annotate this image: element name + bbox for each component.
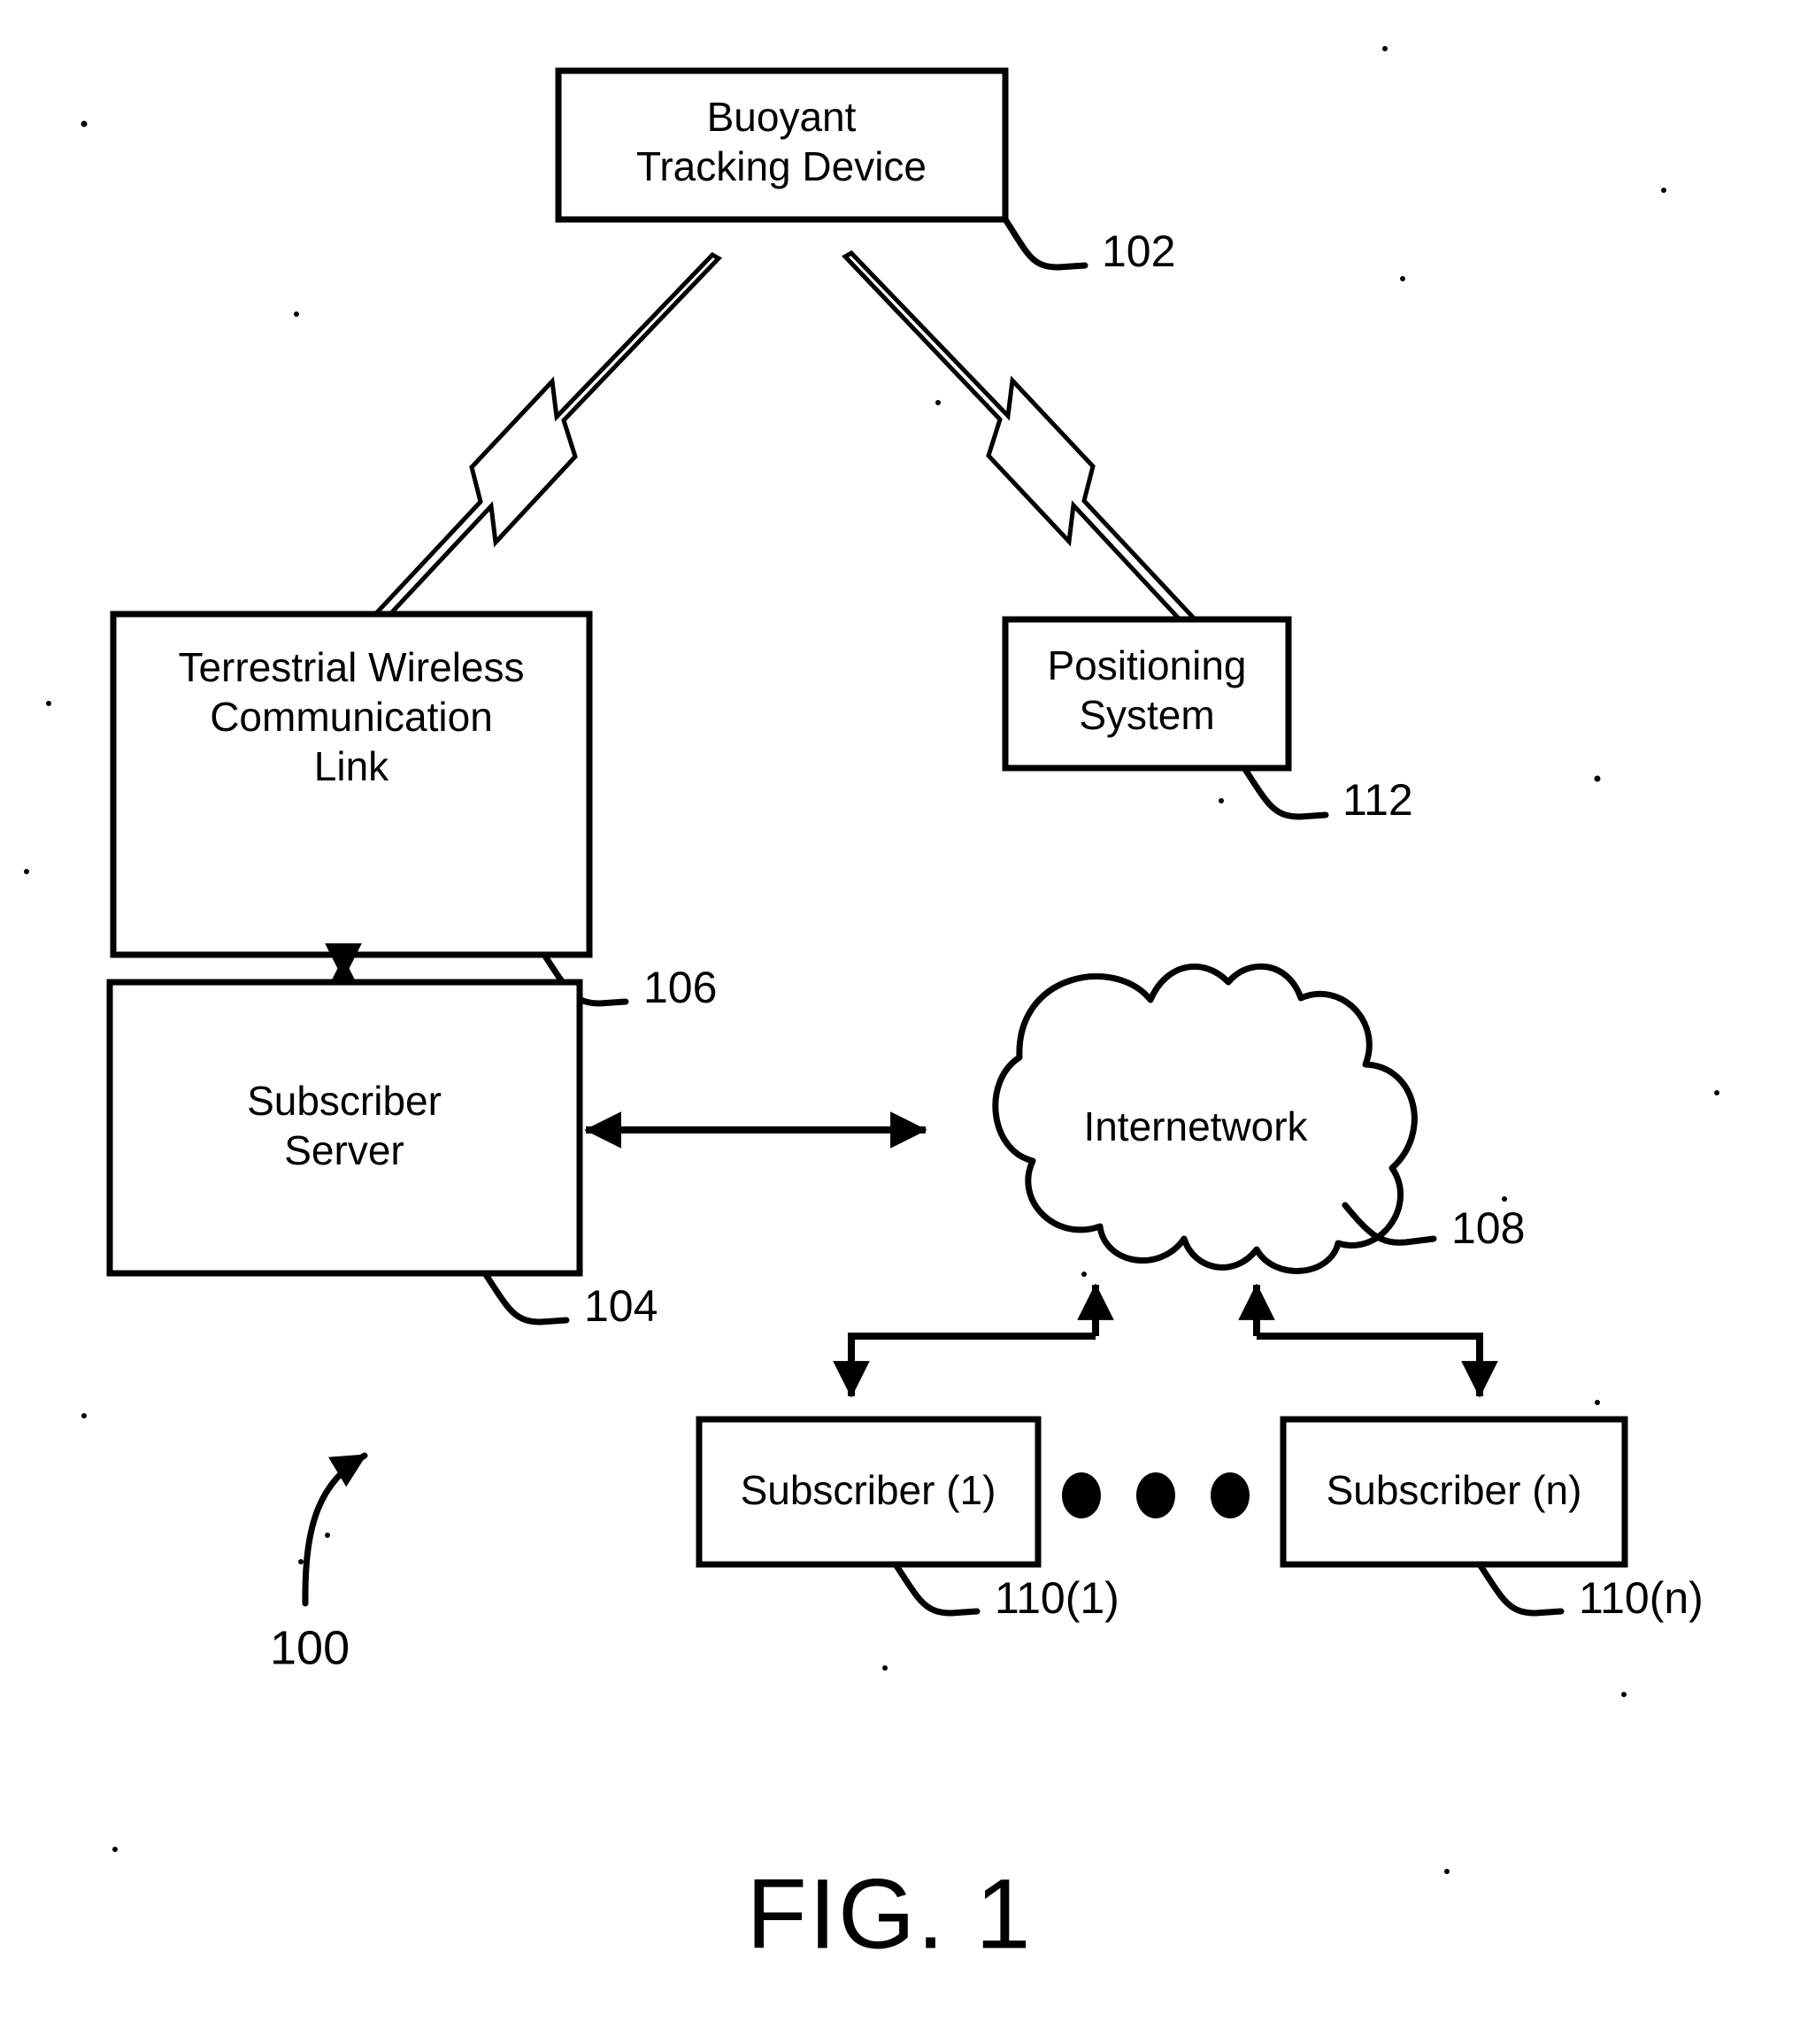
figure-caption: FIG. 1 [746,1859,1032,1970]
node-subscriber-1[interactable]: Subscriber (1) [696,1416,1042,1568]
node-subscriber-n[interactable]: Subscriber (n) [1280,1416,1628,1568]
ref-number-108: 108 [1451,1203,1525,1253]
ref-number-100: 100 [270,1621,350,1674]
subscriber-n-label: Subscriber (n) [1327,1467,1582,1513]
ref-leader-110-n: 110(n) [1476,1561,1704,1623]
node-subscriber-server[interactable]: Subscriber Server [106,979,583,1277]
connector-internetwork-to-subscriber1 [833,1283,1114,1398]
connector-internetwork-to-subscribern [1238,1283,1498,1398]
scan-specks [24,46,1719,1874]
ref-number-106: 106 [643,963,717,1012]
positioning-system-label-line1: Positioning [1047,642,1246,688]
node-internetwork[interactable]: Internetwork [992,963,1418,1274]
system-ref-100: 100 [270,1452,368,1674]
ref-number-104: 104 [584,1281,658,1331]
positioning-system-label-line2: System [1079,692,1214,738]
terrestrial-wireless-link-label-line3: Link [314,743,389,789]
internetwork-label: Internetwork [1083,1103,1308,1149]
ref-leader-112: 112 [1241,765,1413,825]
ref-leader-110-1: 110(1) [892,1561,1119,1623]
ref-number-102: 102 [1102,227,1175,276]
subscriber-1-label: Subscriber (1) [741,1467,996,1513]
buoyant-tracking-device-label-line2: Tracking Device [636,143,927,189]
subscriber-ellipsis [1062,1472,1250,1518]
wireless-bolt-left [323,251,723,672]
buoyant-tracking-device-label-line1: Buoyant [707,94,857,140]
terrestrial-wireless-link-label-line2: Communication [210,694,493,740]
ref-number-110-1: 110(1) [995,1573,1119,1623]
patent-figure-1: Buoyant Tracking Device 102 Terrestrial … [0,0,1800,2044]
subscriber-server-label-line2: Server [284,1127,404,1173]
ref-leader-104: 104 [481,1270,658,1331]
wireless-bolt-right [841,250,1242,672]
ref-number-112: 112 [1342,775,1413,825]
figure-canvas: Buoyant Tracking Device 102 Terrestrial … [24,46,1719,1970]
ref-leader-102: 102 [1002,216,1175,276]
subscriber-server-label-line1: Subscriber [247,1078,442,1124]
node-buoyant-tracking-device[interactable]: Buoyant Tracking Device [555,67,1009,223]
node-positioning-system[interactable]: Positioning System [1002,616,1292,772]
terrestrial-wireless-link-label-line1: Terrestrial Wireless [178,644,524,690]
node-terrestrial-wireless-link[interactable]: Terrestrial Wireless Communication Link [110,611,593,958]
ref-number-110-n: 110(n) [1579,1573,1704,1623]
